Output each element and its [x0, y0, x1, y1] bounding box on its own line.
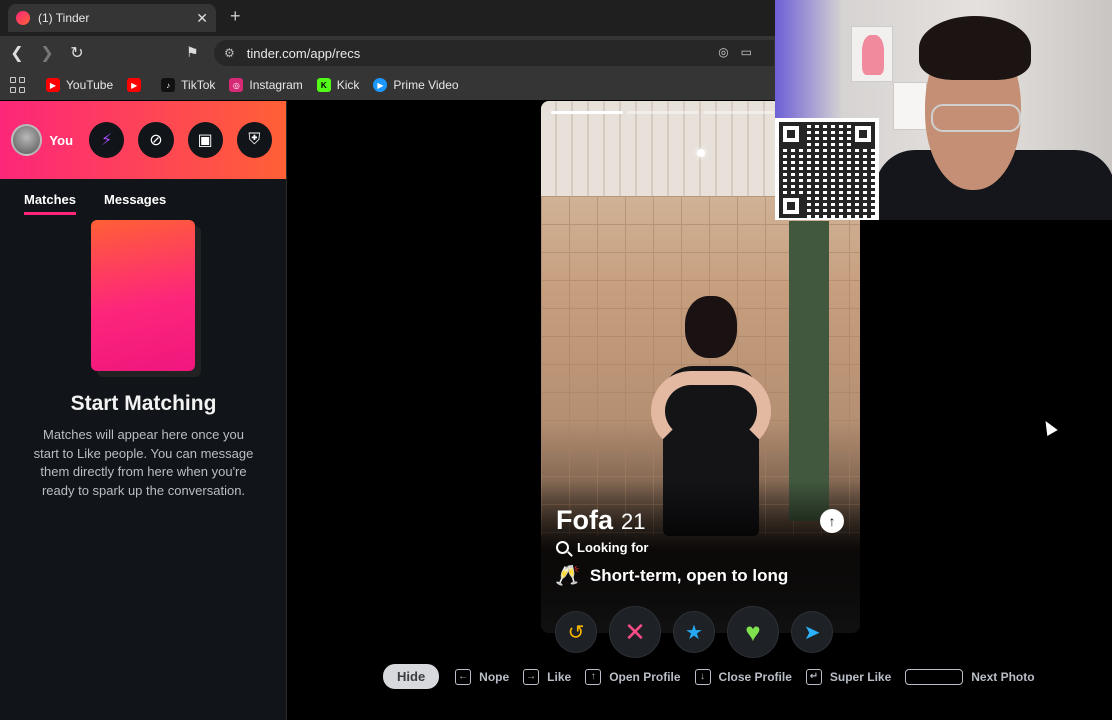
- start-matching-title: Start Matching: [70, 392, 217, 415]
- bookmark-icon[interactable]: ⚑: [186, 44, 199, 61]
- start-matching-description: Matches will appear here once you start …: [33, 427, 254, 498]
- intent-text: Short-term, open to long: [589, 565, 789, 585]
- browser-tab[interactable]: (1) Tinder ✕: [8, 4, 216, 32]
- shortcut-nope: ← Nope: [455, 668, 509, 685]
- address-bar[interactable]: ⚙ tinder.com/app/recs ◎▭: [214, 40, 774, 66]
- apps-grid-icon[interactable]: [10, 77, 26, 93]
- you-label[interactable]: You: [49, 133, 73, 148]
- youtube-icon: ▶: [46, 78, 60, 92]
- rewind-button[interactable]: ↺: [555, 611, 597, 653]
- send-icon: ➤: [803, 621, 821, 644]
- forward-icon[interactable]: ❯: [34, 43, 60, 63]
- tab-matches[interactable]: Matches: [24, 192, 77, 215]
- bookmark-youtube-2[interactable]: ▶: [127, 78, 147, 92]
- bookmarks-bar: ▶ YouTube ▶ ♪ TikTok ◎ Instagram K Kick …: [0, 70, 775, 100]
- new-tab-icon[interactable]: +: [230, 6, 241, 27]
- bookmark-prime-video[interactable]: ▶ Prime Video: [373, 78, 459, 92]
- enter-key-icon: ↵: [805, 668, 822, 685]
- arrow-left-key-icon: ←: [455, 668, 472, 685]
- shortcut-next-photo: Next Photo: [905, 668, 1035, 685]
- shortcut-open-profile: ↑ Open Profile: [585, 668, 681, 685]
- streamer-hair: [919, 16, 1031, 80]
- kick-icon: K: [316, 78, 331, 92]
- sidebar-header: You ⚡ ⊘ ▣ ⛨: [0, 101, 286, 179]
- youtube-icon: ▶: [127, 78, 142, 92]
- streamer-glasses: [931, 104, 1021, 132]
- profile-name-row: Fofa 21: [556, 505, 645, 536]
- bookmark-instagram[interactable]: ◎ Instagram: [229, 78, 303, 92]
- compass-icon: ⊘: [149, 132, 163, 149]
- rewind-icon: ↺: [567, 621, 585, 644]
- briefcase-icon: ▣: [197, 132, 213, 149]
- profile-age: 21: [621, 509, 646, 534]
- bookmark-tiktok[interactable]: ♪ TikTok: [161, 78, 215, 92]
- sidebar: You ⚡ ⊘ ▣ ⛨ Matches Messages Start Match…: [0, 101, 287, 720]
- instagram-icon: ◎: [229, 78, 244, 92]
- close-icon: ✕: [624, 616, 646, 647]
- tab-title: (1) Tinder: [38, 11, 90, 25]
- screen: (1) Tinder ✕ + ❮ ❯ ↻ ⚑ ⚙ tinder.com/app/…: [0, 0, 1112, 720]
- profile-name: Fofa: [556, 505, 613, 535]
- arrow-up-key-icon: ↑: [585, 668, 602, 685]
- avatar[interactable]: [11, 124, 43, 156]
- nope-button[interactable]: ✕: [609, 606, 661, 658]
- search-icon: [556, 541, 569, 554]
- looking-for-label: Looking for: [577, 540, 649, 555]
- shield-icon: ⛨: [248, 131, 261, 148]
- like-button[interactable]: ♥: [727, 606, 779, 658]
- photo-door: [789, 221, 829, 521]
- super-like-button[interactable]: ★: [673, 611, 715, 653]
- keyboard-shortcuts: Hide ← Nope → Like ↑ Open Profile ↓ Clos…: [383, 664, 1049, 689]
- tinder-favicon-icon: [16, 11, 30, 25]
- photo-progress-segment[interactable]: [702, 111, 775, 114]
- photo-light: [697, 149, 705, 157]
- wall-note: [893, 82, 927, 130]
- photo-progress-segment[interactable]: [626, 111, 699, 114]
- mouse-cursor-icon: [1040, 417, 1058, 437]
- relationship-intent: 🥂 Short-term, open to long: [555, 563, 788, 588]
- boost-send-button[interactable]: ➤: [791, 611, 833, 653]
- wall-poster: [851, 26, 893, 82]
- champagne-icon: 🥂: [555, 565, 580, 587]
- webcam-overlay: [775, 0, 1112, 220]
- hide-shortcuts-button[interactable]: Hide: [383, 664, 440, 689]
- back-icon[interactable]: ❮: [4, 43, 30, 63]
- arrow-up-icon: ↑: [828, 513, 836, 529]
- lightning-icon: ⚡: [101, 132, 113, 149]
- open-profile-button[interactable]: ↑: [820, 509, 844, 533]
- tiktok-icon: ♪: [161, 78, 176, 92]
- browser-toolbar: ❮ ❯ ↻ ⚑ ⚙ tinder.com/app/recs ◎▭: [0, 36, 775, 70]
- match-placeholder-card: [91, 220, 195, 371]
- url-text: tinder.com/app/recs: [246, 45, 361, 61]
- arrow-right-key-icon: →: [523, 668, 540, 685]
- heart-icon: ♥: [745, 616, 761, 647]
- tab-messages[interactable]: Messages: [104, 192, 166, 215]
- action-buttons: ↺ ✕ ★ ♥ ➤: [555, 606, 845, 658]
- qr-code-icon: [775, 118, 879, 220]
- close-tab-icon[interactable]: ✕: [196, 10, 208, 27]
- bookmark-kick[interactable]: K Kick: [316, 78, 359, 92]
- boost-button[interactable]: ⚡: [89, 122, 125, 158]
- arrow-down-key-icon: ↓: [694, 668, 711, 685]
- browser-tab-bar: (1) Tinder ✕ +: [0, 0, 775, 36]
- site-settings-icon[interactable]: ⚙: [224, 46, 235, 60]
- bookmark-youtube[interactable]: ▶ YouTube: [46, 78, 113, 92]
- safety-button[interactable]: ⛨: [236, 122, 273, 158]
- star-icon: ★: [685, 621, 703, 644]
- photo-progress-segment[interactable]: [551, 111, 623, 114]
- spacebar-key-icon: [905, 668, 964, 685]
- shortcut-super-like: ↵ Super Like: [805, 668, 891, 685]
- explore-button[interactable]: ⊘: [138, 122, 174, 158]
- reload-icon[interactable]: ↻: [64, 43, 90, 63]
- shortcut-like: → Like: [523, 668, 571, 685]
- sidebar-tabs: Matches Messages: [0, 192, 286, 215]
- work-button[interactable]: ▣: [187, 122, 223, 158]
- looking-for-row: Looking for: [556, 540, 649, 555]
- shortcut-close-profile: ↓ Close Profile: [694, 668, 792, 685]
- location-cast-icons[interactable]: ◎▭: [718, 45, 764, 59]
- prime-video-icon: ▶: [373, 78, 388, 92]
